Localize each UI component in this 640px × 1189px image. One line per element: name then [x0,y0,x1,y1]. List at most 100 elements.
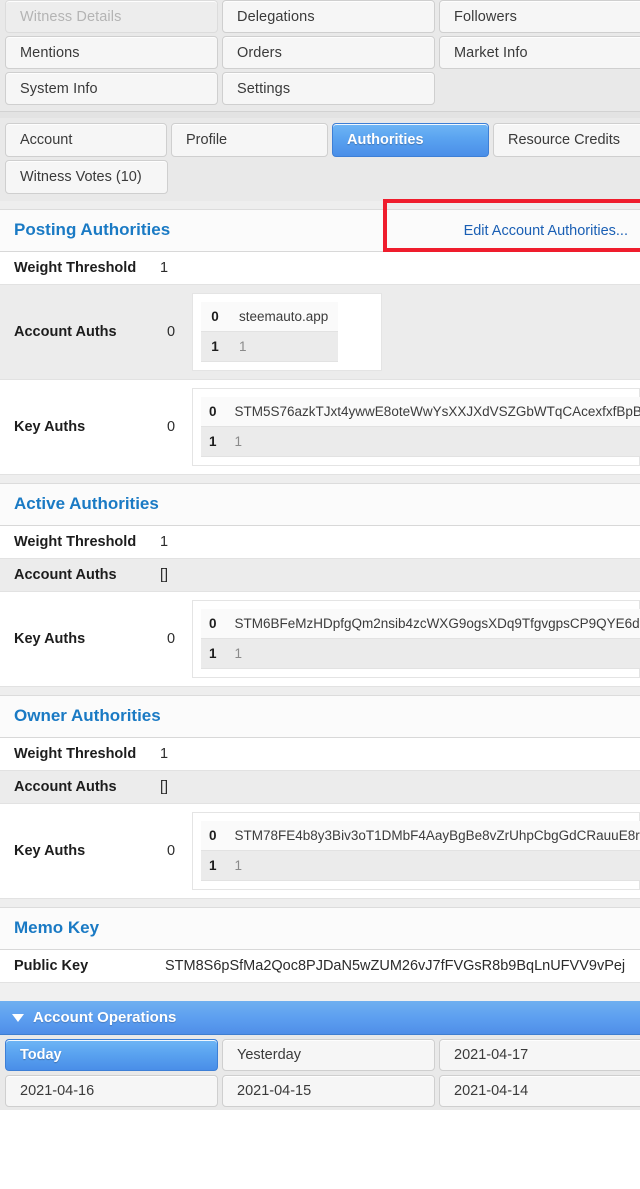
key-auths-inner-table: 0 STM6BFeMzHDpfgQm2nsib4zcWXG9ogsXDq9Tfg… [201,609,640,669]
date-filter-yesterday[interactable]: Yesterday [222,1039,435,1071]
tab-label: Account [20,132,73,148]
inner-key: 1 [201,426,225,457]
sub-tab-row-2: Witness Votes (10) [0,159,640,196]
nav-divider [0,111,640,118]
page-title-owner: Owner Authorities [14,706,161,725]
key-auths-value: 0 0 STM6BFeMzHDpfgQm2nsib4zcWXG9ogsXDq9T… [150,592,640,687]
section-divider [0,899,640,908]
weight-threshold-value: 1 [160,746,169,762]
tab-authorities[interactable]: Authorities [332,123,489,157]
account-auths-label: Account Auths [14,567,117,583]
date-label: Yesterday [237,1047,301,1063]
nav-item-followers[interactable]: Followers [439,0,640,33]
date-filter-2021-04-17[interactable]: 2021-04-17 [439,1039,640,1071]
table-row: Weight Threshold 1 [0,526,640,559]
table-row: 1 1 [201,426,640,457]
table-row: Key Auths 0 0 STM6BFeMzHDpfgQm2nsib4zcWX… [0,591,640,687]
nav-item-label: Orders [237,44,282,61]
table-row: 0 STM6BFeMzHDpfgQm2nsib4zcWXG9ogsXDq9Tfg… [201,609,640,639]
date-filter-2021-04-16[interactable]: 2021-04-16 [5,1075,218,1107]
key-auths-inner-table: 0 STM78FE4b8y3Biv3oT1DMbF4AayBgBe8vZrUhp… [201,821,640,881]
nav-item-market-info[interactable]: Market Info [439,36,640,69]
top-navigation: Witness Details Delegations Followers Me… [0,0,640,111]
date-row-1: Today Yesterday 2021-04-17 [4,1038,640,1074]
key-auths-panel: 0 STM6BFeMzHDpfgQm2nsib4zcWXG9ogsXDq9Tfg… [192,600,640,678]
weight-threshold-label: Weight Threshold [14,534,137,550]
table-row: Key Auths 0 0 STM5S76azkTJxt4ywwE8oteWwY… [0,379,640,475]
date-label: 2021-04-15 [237,1083,312,1099]
edit-account-authorities-link[interactable]: Edit Account Authorities... [464,223,628,239]
table-row: Key Auths 0 0 STM78FE4b8y3Biv3oT1DMbF4Aa… [0,803,640,899]
account-operations-bar[interactable]: Account Operations [0,1001,640,1035]
key-auths-label: Key Auths [14,843,86,859]
table-row: Weight Threshold 1 [0,738,640,771]
inner-key: 0 [201,302,229,332]
tab-label: Profile [186,132,228,148]
page-title-posting: Posting Authorities [14,220,171,239]
nav-item-label: System Info [20,80,98,97]
account-auths-value: [] [160,779,169,795]
date-filter-2021-04-15[interactable]: 2021-04-15 [222,1075,435,1107]
key-auths-label: Key Auths [14,419,86,435]
nav-item-label: Followers [454,8,517,25]
nav-item-placeholder [439,72,640,105]
sub-tab-row-1: Account Profile Authorities Resource Cre… [0,122,640,159]
tab-profile[interactable]: Profile [171,123,328,157]
nav-item-witness-details[interactable]: Witness Details [5,0,218,33]
table-row: 0 STM5S76azkTJxt4ywwE8oteWwYsXXJXdVSZGbW… [201,397,640,427]
public-key-value: STM78FE4b8y3Biv3oT1DMbF4AayBgBe8vZrUhpCb… [224,821,640,851]
nav-item-delegations[interactable]: Delegations [222,0,435,33]
weight-threshold-value: 1 [160,534,169,550]
public-key-value: STM5S76azkTJxt4ywwE8oteWwYsXXJXdVSZGbWTq… [224,397,640,427]
account-auths-index: 0 [166,324,176,340]
nav-item-orders[interactable]: Orders [222,36,435,69]
tab-account[interactable]: Account [5,123,167,157]
nav-item-system-info[interactable]: System Info [5,72,218,105]
inner-key: 0 [201,397,225,427]
tab-label: Witness Votes (10) [20,169,142,185]
active-authorities-table: Weight Threshold 1 Account Auths [] Key … [0,526,640,687]
inner-value: steemauto.app [229,302,339,332]
weight-threshold-label: Weight Threshold [14,746,137,762]
table-row: 1 1 [201,331,339,362]
inner-value: 1 [229,331,339,362]
inner-key: 1 [201,638,225,669]
nav-row-3: System Info Settings [0,71,640,107]
inner-key: 1 [201,331,229,362]
owner-authorities-header: Owner Authorities [0,696,640,738]
tab-resource-credits[interactable]: Resource Credits [493,123,640,157]
nav-item-settings[interactable]: Settings [222,72,435,105]
table-row: Account Auths 0 0 steemauto.app 1 1 [0,284,640,380]
date-filter-2021-04-14[interactable]: 2021-04-14 [439,1075,640,1107]
weight-threshold-value: 1 [160,260,169,276]
memo-key-table: Public Key STM8S6pSfMa2Qoc8PJDaN5wZUM26v… [0,950,640,983]
date-filter-today[interactable]: Today [5,1039,218,1071]
inner-value: 1 [224,850,640,881]
key-auths-panel: 0 STM5S76azkTJxt4ywwE8oteWwYsXXJXdVSZGbW… [192,388,640,466]
key-auths-index: 0 [166,631,176,647]
account-auths-inner-table: 0 steemauto.app 1 1 [201,302,339,362]
key-auths-value: 0 0 STM78FE4b8y3Biv3oT1DMbF4AayBgBe8vZrU… [150,804,640,899]
section-divider [0,687,640,696]
tab-witness-votes[interactable]: Witness Votes (10) [5,160,168,194]
table-row: 1 1 [201,850,640,881]
table-row: Account Auths [] [0,770,640,804]
nav-item-label: Mentions [20,44,80,61]
posting-authorities-header: Posting Authorities Edit Account Authori… [0,199,640,252]
operations-date-grid: Today Yesterday 2021-04-17 2021-04-16 20… [0,1035,640,1110]
sub-tabs: Account Profile Authorities Resource Cre… [0,118,640,201]
public-key-label: Public Key [14,958,89,974]
caret-down-icon[interactable] [12,1013,24,1022]
nav-item-mentions[interactable]: Mentions [5,36,218,69]
nav-item-label: Witness Details [20,8,122,25]
memo-key-header: Memo Key [0,908,640,950]
key-auths-panel: 0 STM78FE4b8y3Biv3oT1DMbF4AayBgBe8vZrUhp… [192,812,640,890]
key-auths-index: 0 [166,843,176,859]
key-auths-label: Key Auths [14,631,86,647]
inner-value: 1 [224,426,640,457]
account-auths-label: Account Auths [14,324,117,340]
active-authorities-header: Active Authorities [0,484,640,526]
inner-key: 0 [201,821,225,851]
owner-authorities-table: Weight Threshold 1 Account Auths [] Key … [0,738,640,899]
posting-authorities-table: Weight Threshold 1 Account Auths 0 0 ste… [0,252,640,475]
